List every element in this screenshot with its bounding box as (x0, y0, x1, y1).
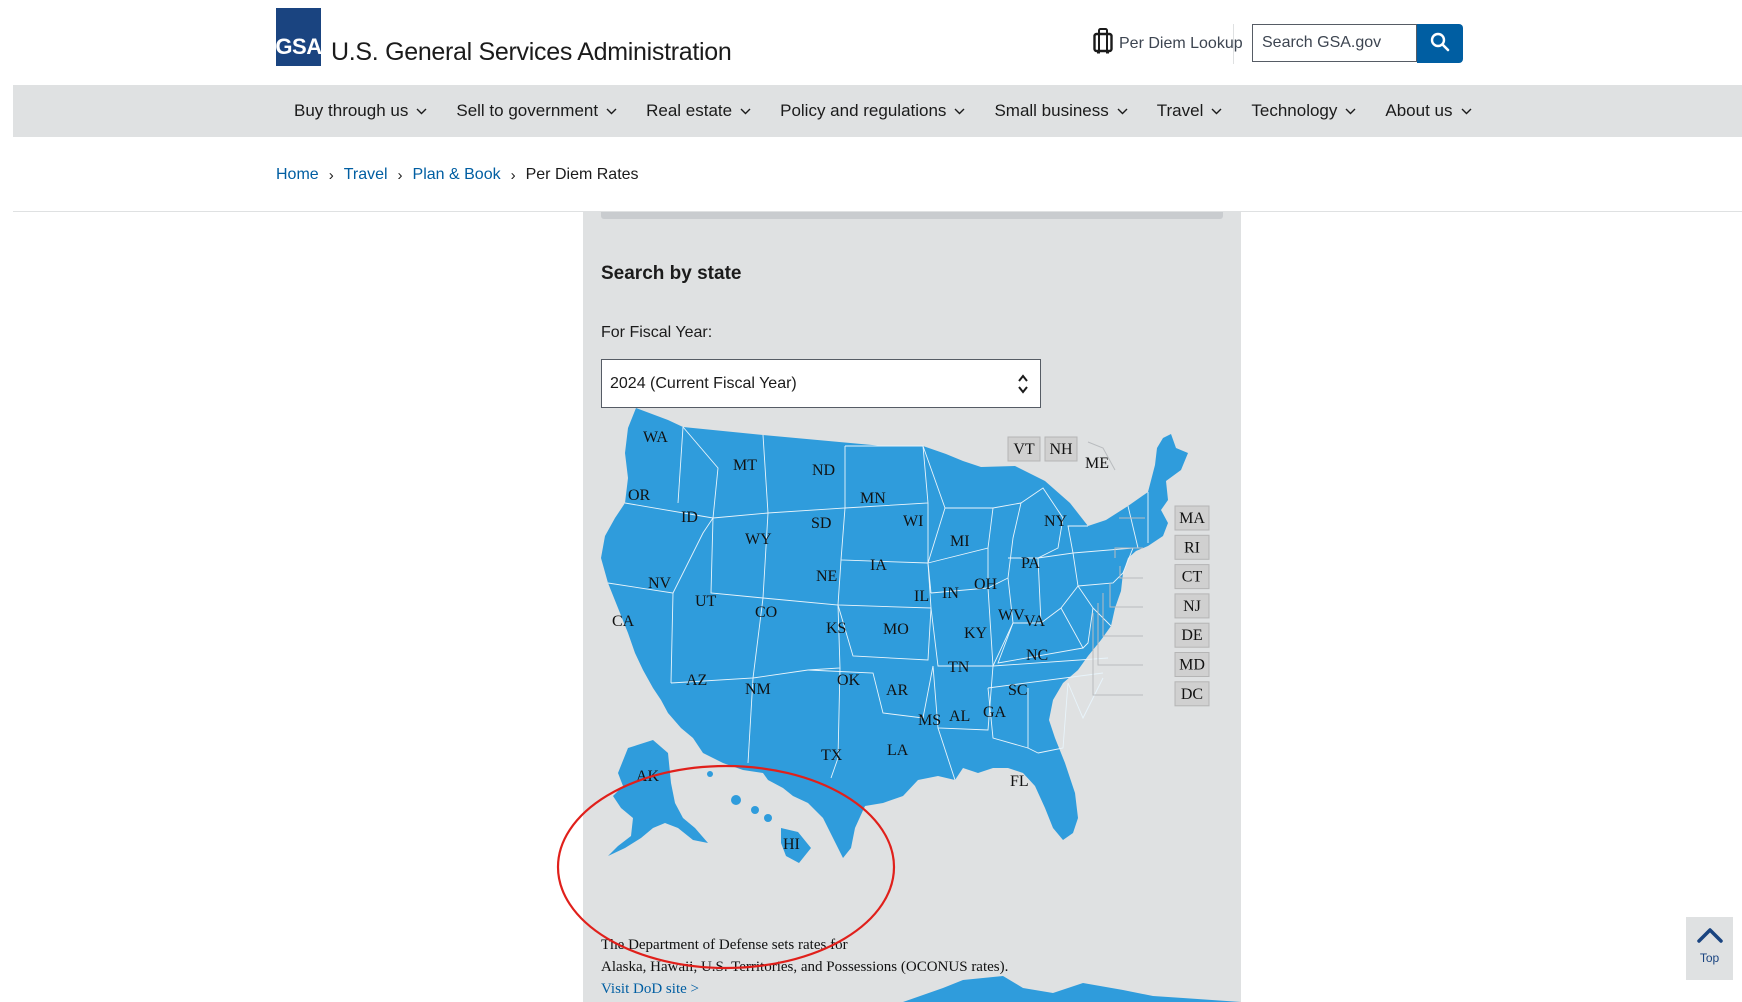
breadcrumb-travel[interactable]: Travel (344, 166, 388, 184)
state-box-ct[interactable]: CT (1174, 564, 1210, 590)
select-arrows-icon (1018, 373, 1028, 400)
state-box-bg (1174, 681, 1210, 707)
hawaii-island[interactable] (764, 814, 772, 822)
header-separator (1233, 24, 1234, 64)
gsa-logo[interactable]: GSA (275, 8, 322, 66)
state-box-ma[interactable]: MA (1174, 505, 1210, 531)
state-box-bg (1174, 593, 1210, 619)
state-box-bg (1007, 436, 1041, 462)
state-box-de[interactable]: DE (1174, 622, 1210, 648)
dod-note-line1: The Department of Defense sets rates for (601, 937, 848, 953)
site-header: GSA U.S. General Services Administration… (0, 0, 1742, 84)
nav-item-label: Sell to government (456, 101, 599, 120)
per-diem-lookup-link[interactable]: Per Diem Lookup (1093, 28, 1243, 59)
panel-top-edge (601, 212, 1223, 219)
breadcrumb-home[interactable]: Home (276, 166, 319, 184)
nav-item-sell-to-government[interactable]: Sell to government (456, 101, 617, 121)
agency-name[interactable]: U.S. General Services Administration (331, 38, 732, 67)
state-box-dc[interactable]: DC (1174, 681, 1210, 707)
chevron-up-icon (1696, 926, 1724, 949)
state-box-bg (1174, 534, 1210, 560)
nav-item-label: Real estate (646, 101, 733, 120)
search-input[interactable] (1252, 24, 1417, 62)
search-by-state-panel: Search by state For Fiscal Year: 2024 (C… (583, 212, 1241, 1002)
panel-title: Search by state (601, 263, 742, 284)
state-box-nh[interactable]: NH (1044, 436, 1078, 462)
state-box-bg (1174, 622, 1210, 648)
main-nav: Buy through us Sell to government Real est… (13, 85, 1742, 137)
per-diem-lookup-label: Per Diem Lookup (1119, 34, 1243, 52)
nav-item-label: Travel (1156, 101, 1204, 120)
chevron-down-icon (954, 108, 965, 115)
dod-note: The Department of Defense sets rates for… (601, 934, 1008, 1000)
search-icon (1430, 32, 1450, 55)
nav-item-label: Technology (1251, 101, 1338, 120)
map-shapes (601, 408, 1241, 1002)
fiscal-year-value: 2024 (Current Fiscal Year) (610, 374, 797, 392)
visit-dod-link[interactable]: Visit DoD site > (601, 978, 1008, 1000)
chevron-down-icon (416, 108, 427, 115)
state-box-md[interactable]: MD (1174, 652, 1210, 677)
breadcrumb-separator: › (510, 166, 516, 184)
breadcrumb-current: Per Diem Rates (525, 166, 639, 183)
nav-item-travel[interactable]: Travel (1157, 101, 1223, 121)
nav-item-label: Buy through us (294, 101, 409, 120)
nav-item-policy-and-regulations[interactable]: Policy and regulations (780, 101, 965, 121)
breadcrumb: Home › Travel › Plan & Book › Per Diem R… (276, 166, 639, 184)
hawaii-island[interactable] (707, 771, 713, 777)
state-box-ri[interactable]: RI (1174, 534, 1210, 560)
nav-item-real-estate[interactable]: Real estate (646, 101, 751, 121)
nav-item-label: Policy and regulations (780, 101, 947, 120)
mainland-shape[interactable] (601, 408, 1188, 858)
hawaii-island[interactable] (731, 795, 741, 805)
nav-item-about-us[interactable]: About us (1385, 101, 1471, 121)
us-states-map: WAORCAIDNVMTWYUTAZCONMNDSDNEKSOKTXMNIAMO… (601, 408, 1241, 1002)
chevron-down-icon (1117, 108, 1128, 115)
nav-item-label: About us (1385, 101, 1453, 120)
fiscal-year-label: For Fiscal Year: (601, 324, 713, 341)
nav-items: Buy through us Sell to government Real est… (294, 85, 1501, 137)
state-box-vt[interactable]: VT (1007, 436, 1041, 462)
back-to-top-button[interactable]: Top (1686, 917, 1733, 980)
nav-item-technology[interactable]: Technology (1251, 101, 1356, 121)
hawaii-island[interactable] (751, 806, 759, 814)
breadcrumb-separator: › (397, 166, 403, 184)
chevron-down-icon (740, 108, 751, 115)
fiscal-year-select[interactable]: 2024 (Current Fiscal Year) (601, 359, 1041, 408)
nav-item-small-business[interactable]: Small business (994, 101, 1128, 121)
state-label-me[interactable]: ME (1085, 455, 1109, 472)
hawaii-island[interactable] (781, 828, 811, 863)
nav-item-buy-through-us[interactable]: Buy through us (294, 101, 427, 121)
chevron-down-icon (606, 108, 617, 115)
dod-note-line2: Alaska, Hawaii, U.S. Territories, and Po… (601, 959, 1009, 975)
chevron-down-icon (1345, 108, 1356, 115)
chevron-down-icon (1211, 108, 1222, 115)
state-box-nj[interactable]: NJ (1174, 593, 1210, 619)
state-box-bg (1174, 505, 1210, 531)
state-box-bg (1174, 652, 1210, 677)
breadcrumb-plan-book[interactable]: Plan & Book (413, 166, 501, 184)
search-button[interactable] (1417, 24, 1463, 63)
nav-item-label: Small business (994, 101, 1109, 120)
luggage-icon (1093, 28, 1113, 59)
state-box-bg (1044, 436, 1078, 462)
state-box-bg (1174, 564, 1210, 590)
chevron-down-icon (1461, 108, 1472, 115)
alaska-shape[interactable] (608, 740, 708, 856)
breadcrumb-separator: › (328, 166, 334, 184)
back-to-top-label: Top (1699, 951, 1720, 965)
